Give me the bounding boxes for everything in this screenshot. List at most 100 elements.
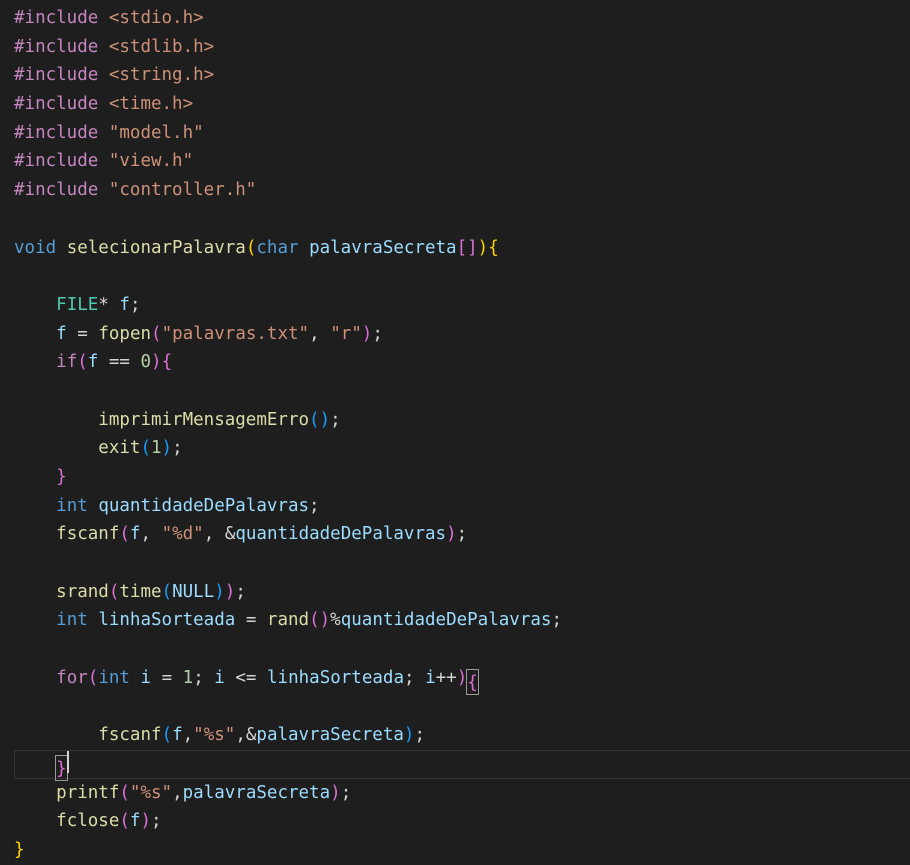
variable-quantidadeDePalavras: quantidadeDePalavras [98, 495, 310, 516]
code-line-blank[interactable] [0, 693, 910, 722]
code-line[interactable]: int linhaSorteada = rand()%quantidadeDeP… [0, 606, 910, 635]
bracket-open-brace: { [161, 352, 173, 373]
code-line-blank[interactable] [0, 377, 910, 406]
code-line[interactable]: fscanf(f, "%d", &quantidadeDePalavras); [0, 520, 910, 549]
bracket-close-paren: ) [361, 323, 373, 344]
operator-assign: = [245, 610, 257, 631]
header-name: <stdio.h> [108, 8, 204, 28]
bracket-open-paren: ( [87, 667, 99, 688]
code-line-blank[interactable] [0, 635, 910, 664]
keyword-int: int [98, 667, 130, 688]
semicolon: ; [129, 294, 141, 315]
header-name: <string.h> [108, 65, 215, 86]
bracket-close-paren: ) [151, 352, 162, 373]
semicolon: ; [151, 811, 162, 832]
semicolon: ; [551, 610, 562, 631]
function-rand: rand [266, 610, 310, 631]
semicolon: ; [403, 667, 415, 688]
code-line[interactable]: #include <string.h> [0, 61, 910, 90]
code-line[interactable]: srand(time(NULL)); [0, 578, 910, 607]
variable-linhaSorteada: linhaSorteada [267, 667, 404, 688]
code-line[interactable]: #include "controller.h" [0, 176, 910, 205]
code-line[interactable]: #include <time.h> [0, 90, 910, 119]
header-name: "model.h" [108, 122, 204, 143]
code-line[interactable]: #include <stdio.h> [0, 4, 910, 33]
keyword-int: int [56, 610, 88, 631]
code-line-blank[interactable] [0, 549, 910, 578]
bracket-open-brace: { [488, 237, 499, 258]
code-editor[interactable]: #include <stdio.h> #include <stdlib.h> #… [0, 0, 910, 863]
preprocessor-include: #include [14, 151, 99, 172]
variable-i: i [425, 667, 436, 688]
code-line[interactable]: exit(1); [0, 434, 910, 463]
variable-linhaSorteada: linhaSorteada [98, 610, 236, 631]
semicolon: ; [456, 524, 468, 545]
code-line[interactable]: #include "view.h" [0, 147, 910, 176]
code-line-blank[interactable] [0, 205, 910, 234]
operator-equals: == [108, 352, 130, 373]
keyword-char: char [256, 237, 299, 258]
operator-assign: = [77, 323, 88, 344]
code-line[interactable]: FILE* f; [0, 291, 910, 320]
code-line[interactable]: } [0, 463, 910, 492]
variable-palavraSecreta: palavraSecreta [182, 782, 331, 803]
code-content[interactable]: #include <stdio.h> #include <stdlib.h> #… [0, 0, 910, 863]
string-filename: "palavras.txt" [161, 323, 310, 344]
code-line[interactable]: } [0, 836, 910, 865]
bracket-close-brace: } [14, 839, 25, 860]
code-line[interactable]: void selecionarPalavra(char palavraSecre… [0, 234, 910, 263]
string-format: "%d" [161, 524, 204, 545]
bracket-open-paren: ( [108, 581, 120, 602]
number-zero: 0 [140, 352, 152, 373]
code-line[interactable]: printf("%s",palavraSecreta); [0, 779, 910, 808]
function-srand: srand [56, 581, 109, 602]
code-line[interactable]: for(int i = 1; i <= linhaSorteada; i++){ [0, 664, 910, 695]
bracket-open-paren: ( [309, 610, 320, 631]
variable-f: f [56, 323, 67, 344]
code-line-current[interactable]: } [0, 749, 910, 781]
bracket-open-paren: ( [140, 438, 151, 459]
comma: , [309, 323, 320, 344]
bracket-close-paren: ) [446, 524, 457, 545]
operator-increment: ++ [435, 667, 457, 688]
semicolon: ; [340, 782, 352, 803]
variable-quantidadeDePalavras: quantidadeDePalavras [340, 610, 552, 631]
code-line[interactable]: fclose(f); [0, 807, 910, 836]
code-line[interactable]: fscanf(f,"%s",&palavraSecreta); [0, 721, 910, 750]
comma: , [203, 524, 215, 545]
keyword-int: int [56, 495, 88, 516]
preprocessor-include: #include [14, 36, 99, 57]
code-line-blank[interactable] [0, 262, 910, 291]
comma: , [235, 725, 246, 746]
code-line[interactable]: #include "model.h" [0, 119, 910, 148]
code-line[interactable]: #include <stdlib.h> [0, 33, 910, 62]
bracket-open-paren: ( [309, 409, 320, 430]
function-name: selecionarPalavra [66, 237, 246, 258]
code-line[interactable]: imprimirMensagemErro(); [0, 406, 910, 435]
header-name: <time.h> [108, 94, 194, 115]
code-line[interactable]: int quantidadeDePalavras; [0, 492, 910, 521]
code-line[interactable]: f = fopen("palavras.txt", "r"); [0, 320, 910, 349]
preprocessor-include: #include [14, 65, 99, 86]
bracket-open-paren: ( [151, 323, 162, 344]
comma: , [172, 782, 183, 803]
code-line[interactable]: if(f == 0){ [0, 348, 910, 377]
